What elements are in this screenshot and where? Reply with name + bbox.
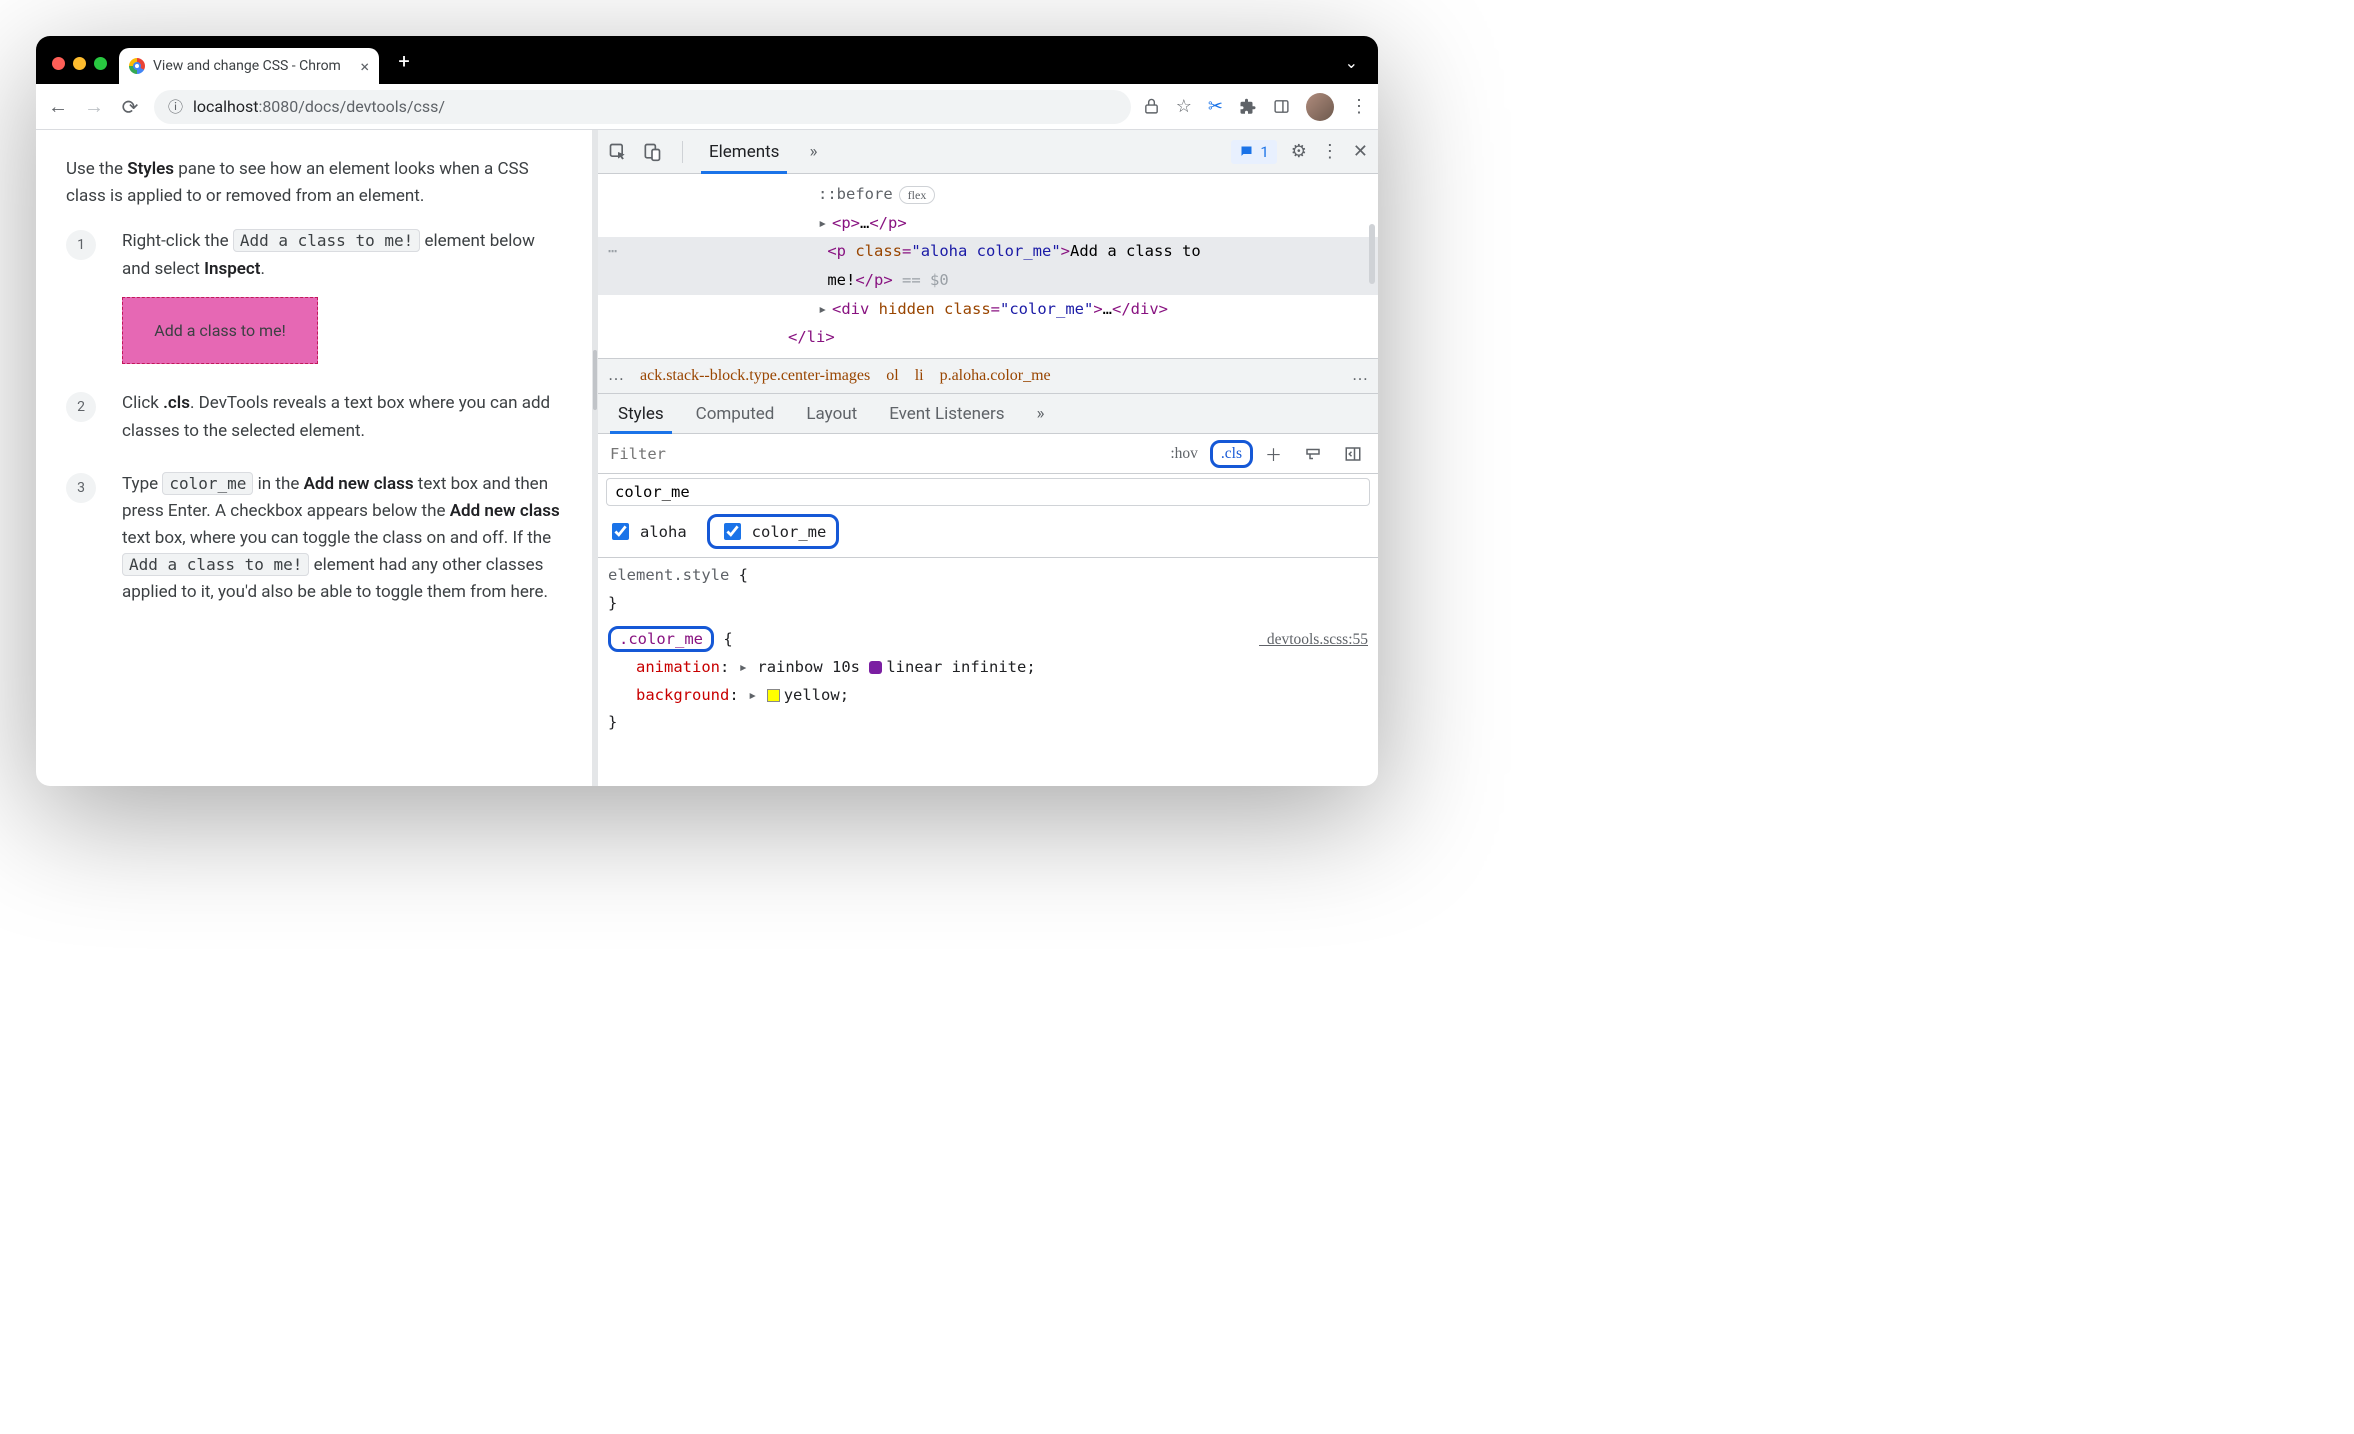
crumb[interactable]: li [915,367,924,385]
code-snippet: Add a class to me! [122,553,309,576]
flex-badge[interactable]: flex [899,186,936,204]
back-button[interactable]: ← [46,94,70,119]
pseudo-before: ::before [818,185,893,203]
rendering-emulations-icon[interactable] [1294,445,1332,463]
demo-element[interactable]: Add a class to me! [122,297,318,365]
dom-scrollbar[interactable] [1369,224,1375,284]
dom-node[interactable]: ▸<div hidden class="color_me">…</div> [598,295,1378,324]
bezier-swatch-icon[interactable] [869,661,882,674]
forward-button: → [82,94,106,119]
url-text: localhost:8080/docs/devtools/css/ [193,97,445,116]
crumb[interactable]: p.aloha.color_me [940,367,1051,385]
address-bar[interactable]: ⓘ localhost:8080/docs/devtools/css/ [154,90,1131,124]
share-icon[interactable] [1143,98,1160,115]
window-controls [52,57,107,70]
subtab-layout[interactable]: Layout [790,394,873,433]
settings-icon[interactable]: ⚙ [1291,141,1307,162]
overflow-menu-icon[interactable]: ⋯ [608,237,619,266]
dom-breadcrumbs[interactable]: … ack.stack--block.type.center-images ol… [598,358,1378,394]
issues-badge[interactable]: 1 [1231,140,1276,164]
hov-toggle[interactable]: :hov [1160,445,1208,463]
cls-toggle[interactable]: .cls [1210,440,1253,468]
devtools-panel: Elements » 1 ⚙ ⋮ ✕ ::before flex [598,130,1378,786]
styles-filter-input[interactable] [598,445,1160,463]
tab-close-icon[interactable]: × [360,57,369,76]
checkbox[interactable] [724,523,741,540]
dom-tree[interactable]: ::before flex ▸<p>…</p> ⋯ <p class="aloha… [598,174,1378,358]
window-close-icon[interactable] [52,57,65,70]
profile-avatar[interactable] [1306,93,1334,121]
devtools-close-icon[interactable]: ✕ [1353,141,1368,162]
devtools-menu-icon[interactable]: ⋮ [1321,141,1339,162]
inspect-element-icon[interactable] [608,142,636,162]
subtab-styles[interactable]: Styles [602,394,680,433]
add-class-input[interactable] [606,478,1370,506]
chrome-favicon-icon [129,58,145,74]
crumb-overflow-left[interactable]: … [608,367,624,385]
step-2: Click .cls. DevTools reveals a text box … [66,390,562,444]
step-3: Type color_me in the Add new class text … [66,471,562,607]
dom-node-selected[interactable]: ⋯ <p class="aloha color_me">Add a class … [598,237,1378,266]
class-editor: aloha color_me [598,474,1378,558]
style-rule-element[interactable]: element.style { } [598,558,1378,622]
style-rule-color-me[interactable]: _devtools.scss:55 .color_me { animation:… [598,622,1378,742]
site-info-icon[interactable]: ⓘ [168,96,183,117]
computed-sidebar-toggle-icon[interactable] [1334,445,1372,463]
styles-filter-row: :hov .cls ＋ [598,434,1378,474]
crumb-overflow-right[interactable]: … [1352,367,1368,385]
issues-count: 1 [1260,143,1268,161]
browser-window: View and change CSS - Chrom × + ⌄ ← → ⟳ … [36,36,1378,786]
crumb[interactable]: ol [886,367,898,385]
styles-pane: :hov .cls ＋ [598,434,1378,786]
window-minimize-icon[interactable] [73,57,86,70]
bookmark-icon[interactable]: ☆ [1176,96,1192,117]
dom-node[interactable]: ▸<p>…</p> [598,209,1378,238]
devtools-toolbar: Elements » 1 ⚙ ⋮ ✕ [598,130,1378,174]
checkbox[interactable] [612,523,629,540]
extensions-icon[interactable] [1239,98,1257,116]
color-swatch-icon[interactable] [767,689,780,702]
chrome-menu-icon[interactable]: ⋮ [1350,96,1368,117]
step-1: Right-click the Add a class to me! eleme… [66,228,562,364]
rule-source-link[interactable]: _devtools.scss:55 [1259,626,1368,654]
subtab-computed[interactable]: Computed [680,394,791,433]
subtab-event-listeners[interactable]: Event Listeners [873,394,1020,433]
code-snippet: Add a class to me! [233,229,420,252]
toolbar-actions: ☆ ✂ ⋮ [1143,93,1368,121]
tabs-overflow-icon[interactable]: ⌄ [1345,53,1366,72]
browser-toolbar: ← → ⟳ ⓘ localhost:8080/docs/devtools/css… [36,84,1378,130]
new-style-rule-icon[interactable]: ＋ [1255,441,1292,466]
scissors-icon[interactable]: ✂ [1208,96,1223,117]
dom-node-selected[interactable]: me!</p> == $0 [598,266,1378,295]
tabs-more-icon[interactable]: » [799,142,827,162]
reload-button[interactable]: ⟳ [118,95,142,119]
tab-strip: View and change CSS - Chrom × + ⌄ [36,36,1378,84]
device-toggle-icon[interactable] [642,142,670,162]
crumb[interactable]: ack.stack--block.type.center-images [640,367,870,385]
tab-elements[interactable]: Elements [695,130,793,173]
class-toggle-aloha[interactable]: aloha [608,520,687,543]
window-zoom-icon[interactable] [94,57,107,70]
subtabs-more-icon[interactable]: » [1021,394,1061,433]
tab-title: View and change CSS - Chrom [153,58,341,74]
rule-selector: .color_me [608,626,714,652]
webpage: Use the Styles pane to see how an elemen… [36,130,592,786]
intro-text: Use the Styles pane to see how an elemen… [66,156,562,210]
styles-subtabs: Styles Computed Layout Event Listeners » [598,394,1378,434]
code-snippet: color_me [162,472,253,495]
new-tab-button[interactable]: + [389,46,419,76]
browser-tab[interactable]: View and change CSS - Chrom × [119,48,379,84]
class-toggle-color-me[interactable]: color_me [707,514,840,549]
dom-node[interactable]: </li> [598,323,1378,352]
sidepanel-icon[interactable] [1273,98,1290,115]
content-area: Use the Styles pane to see how an elemen… [36,130,1378,786]
